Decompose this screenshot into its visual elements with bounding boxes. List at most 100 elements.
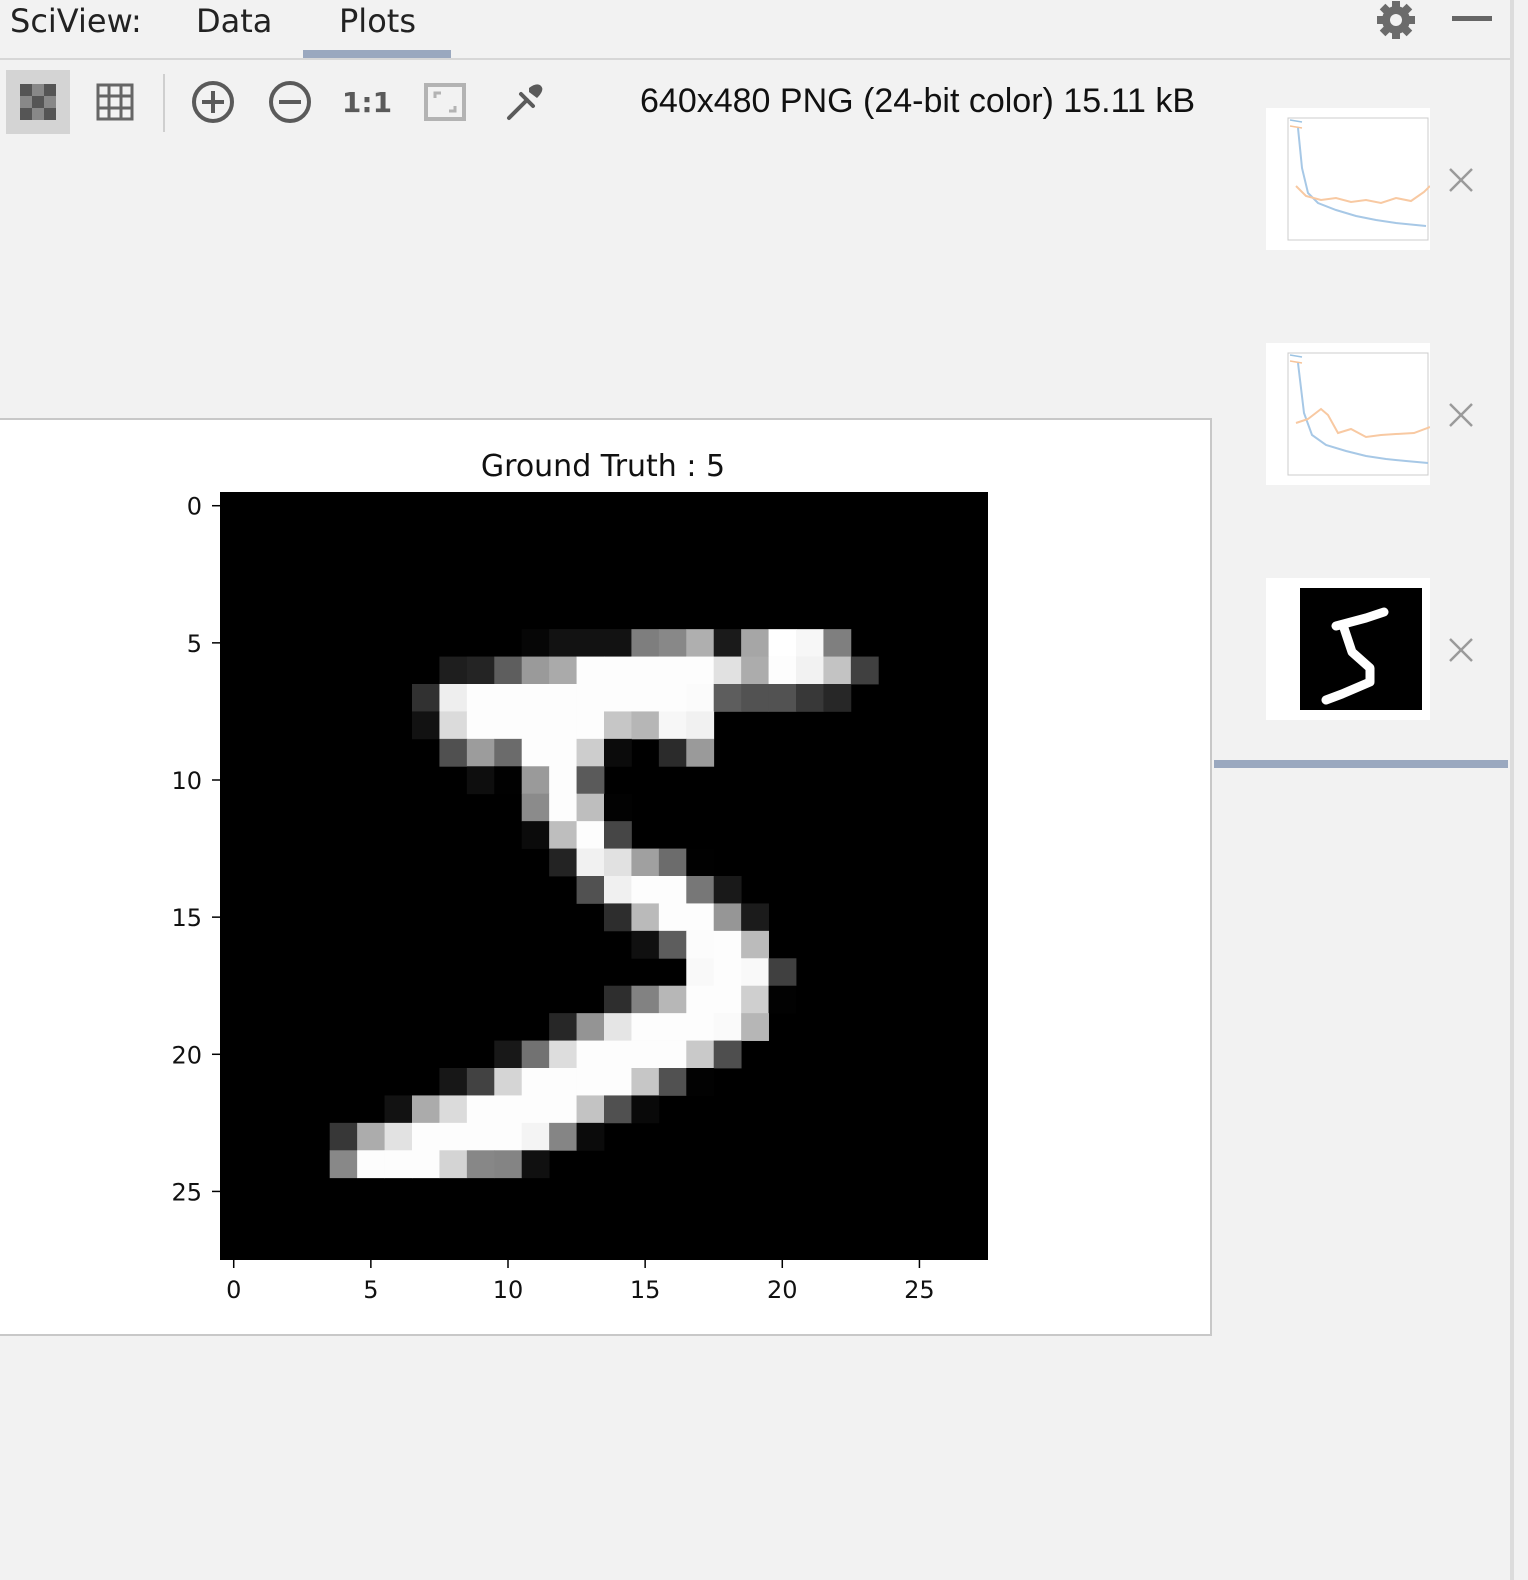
- eyedropper-icon: [507, 84, 543, 120]
- plot-viewer[interactable]: Ground Truth : 5 0 5 10 15 20 25 0 5 10 15 20 25: [0, 418, 1212, 1336]
- heatmap-cell: [604, 684, 632, 712]
- heatmap-cell: [576, 629, 605, 657]
- heatmap-cell: [549, 821, 577, 849]
- heatmap-cell: [768, 985, 797, 1014]
- x-tick-label: 5: [363, 1276, 378, 1304]
- heatmap-cell: [658, 848, 687, 877]
- heatmap-cell: [384, 1095, 413, 1124]
- heatmap-cell: [713, 629, 742, 657]
- heatmap-cell: [549, 1068, 577, 1096]
- grid-icon: [96, 83, 134, 121]
- heatmap-cell: [576, 876, 605, 904]
- heatmap-cell: [494, 1122, 523, 1151]
- tab-plots[interactable]: Plots: [339, 2, 416, 40]
- heatmap-cell: [768, 629, 797, 657]
- heatmap-cell: [604, 848, 632, 877]
- heatmap-cell: [549, 684, 577, 712]
- y-tick-label: 5: [187, 630, 202, 658]
- gear-icon[interactable]: [1374, 0, 1418, 42]
- heatmap-cell: [823, 656, 852, 685]
- heatmap-cell: [823, 684, 852, 712]
- heatmap-cell: [713, 930, 742, 959]
- heatmap-cell: [576, 1040, 605, 1069]
- fit-zoom-button[interactable]: [413, 70, 477, 134]
- heatmap-cell: [686, 848, 715, 877]
- heatmap-cell: [439, 656, 468, 685]
- heatmap-cell: [494, 1068, 523, 1096]
- heatmap-cell: [741, 958, 769, 987]
- close-icon[interactable]: [1444, 163, 1478, 197]
- y-tick-label: 25: [171, 1178, 202, 1206]
- heatmap-cell: [494, 738, 523, 767]
- heatmap-cell: [466, 1068, 495, 1096]
- heatmap-cell: [604, 1013, 632, 1041]
- thumbnail-digit-image[interactable]: [1266, 578, 1430, 720]
- close-icon[interactable]: [1444, 398, 1478, 432]
- heatmap-cell: [549, 738, 577, 767]
- heatmap-cell: [713, 656, 742, 685]
- zoom-out-button[interactable]: [258, 70, 322, 134]
- heatmap-cell: [768, 684, 797, 712]
- heatmap-cell: [631, 1068, 660, 1096]
- zoom-in-button[interactable]: [181, 70, 245, 134]
- heatmap-cell: [686, 1040, 715, 1069]
- tab-data[interactable]: Data: [196, 2, 272, 40]
- heatmap-cell: [713, 1040, 742, 1069]
- x-tick-label: 0: [226, 1276, 241, 1304]
- heatmap-cell: [686, 958, 715, 987]
- heatmap-cell: [357, 1150, 385, 1179]
- heatmap-cell: [631, 876, 660, 904]
- chessboard-toggle-button[interactable]: [6, 70, 70, 134]
- heatmap-cell: [384, 1122, 413, 1151]
- heatmap-cell: [576, 766, 605, 795]
- thumbnail-line-chart: [1287, 117, 1431, 241]
- heatmap-cell: [549, 848, 577, 877]
- heatmap-cell: [521, 766, 550, 795]
- heatmap-cell: [604, 656, 632, 685]
- active-tab-indicator: [303, 50, 451, 58]
- heatmap-cell: [494, 711, 523, 740]
- heatmap-cell: [741, 985, 769, 1014]
- heatmap-cell: [796, 656, 824, 685]
- heatmap-cell: [549, 1095, 577, 1124]
- heatmap-cell: [521, 629, 550, 657]
- thumbnail-loss-plot-2[interactable]: [1266, 343, 1431, 485]
- heatmap-cell: [713, 985, 742, 1014]
- color-picker-button[interactable]: [491, 70, 555, 134]
- zoom-in-icon: [192, 81, 234, 123]
- heatmap-cell: [549, 656, 577, 685]
- grid-toggle-button[interactable]: [83, 70, 147, 134]
- heatmap-cell: [604, 821, 632, 849]
- heatmap-cell: [439, 684, 468, 712]
- heatmap-cell: [604, 1040, 632, 1069]
- heatmap-cell: [604, 793, 632, 822]
- heatmap-cell: [466, 738, 495, 767]
- actual-size-button[interactable]: 1:1: [335, 70, 399, 134]
- heatmap-cell: [466, 766, 495, 795]
- heatmap-cell: [439, 1150, 468, 1179]
- heatmap-cell: [549, 1040, 577, 1069]
- heatmap-cell: [823, 629, 852, 657]
- heatmap-cell: [466, 1095, 495, 1124]
- heatmap-cell: [686, 985, 715, 1014]
- heatmap-cell: [631, 848, 660, 877]
- heatmap-cell: [521, 821, 550, 849]
- heatmap-cell: [741, 629, 769, 657]
- heatmap-cell: [631, 656, 660, 685]
- minimize-icon[interactable]: [1452, 16, 1492, 21]
- heatmap-cell: [658, 656, 687, 685]
- heatmap-cell: [439, 1095, 468, 1124]
- heatmap-cell: [576, 848, 605, 877]
- thumbnail-line-chart: [1287, 352, 1431, 476]
- heatmap-cell: [466, 1122, 495, 1151]
- heatmap-cell: [658, 629, 687, 657]
- heatmap-cell: [439, 711, 468, 740]
- heatmap-cell: [549, 629, 577, 657]
- heatmap-cell: [631, 985, 660, 1014]
- thumbnail-loss-plot-1[interactable]: [1266, 108, 1431, 250]
- heatmap-cell: [741, 930, 769, 959]
- heatmap-cell: [604, 1095, 632, 1124]
- x-tick-label: 20: [767, 1276, 798, 1304]
- close-icon[interactable]: [1444, 633, 1478, 667]
- heatmap-cell: [549, 1013, 577, 1041]
